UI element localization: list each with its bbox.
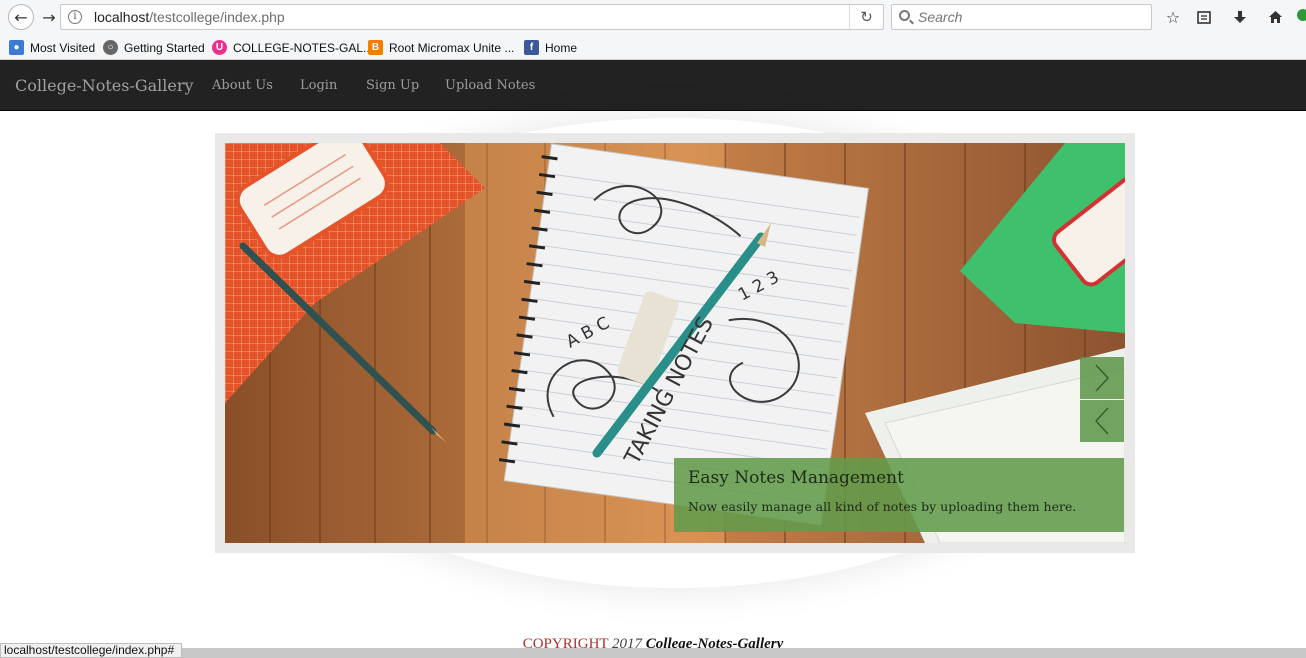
forward-arrow-icon[interactable]: → bbox=[36, 4, 62, 30]
slider-prev-button[interactable] bbox=[1080, 400, 1124, 442]
browser-search-box[interactable] bbox=[891, 4, 1152, 30]
reload-icon[interactable]: ↻ bbox=[849, 5, 883, 29]
bookmark-root-micromax[interactable]: B Root Micromax Unite ... bbox=[368, 39, 514, 56]
status-bar-url: localhost/testcollege/index.php# bbox=[0, 643, 182, 658]
bookmark-label: Home bbox=[545, 40, 578, 55]
nav-sign-up[interactable]: Sign Up bbox=[366, 78, 419, 93]
url-text[interactable]: localhost/testcollege/index.php bbox=[94, 9, 285, 25]
bookmarks-bar: ● Most Visited ○ Getting Started U COLLEGE-… bbox=[0, 35, 1306, 60]
caption-text: Now easily manage all kind of notes by u… bbox=[688, 499, 1077, 514]
address-bar[interactable]: i localhost/testcollege/index.php ↻ bbox=[60, 4, 884, 30]
caption-title: Easy Notes Management bbox=[688, 468, 904, 488]
bookmark-label: Root Micromax Unite ... bbox=[389, 40, 515, 55]
chevron-left-icon bbox=[1094, 407, 1109, 435]
reading-list-icon[interactable] bbox=[1193, 6, 1215, 28]
blogger-icon: B bbox=[368, 40, 383, 55]
search-input[interactable] bbox=[918, 8, 1138, 26]
home-icon[interactable] bbox=[1264, 6, 1286, 28]
bookmark-most-visited[interactable]: ● Most Visited bbox=[9, 39, 95, 56]
app-icon: U bbox=[212, 40, 227, 55]
bookmark-label: Most Visited bbox=[30, 40, 96, 55]
slide-caption: Easy Notes Management Now easily manage … bbox=[674, 458, 1124, 532]
bookmark-label: COLLEGE-NOTES-GAL... bbox=[233, 40, 374, 55]
back-arrow-icon[interactable]: ← bbox=[8, 4, 34, 30]
download-icon[interactable] bbox=[1229, 6, 1251, 28]
brand-link[interactable]: College-Notes-Gallery bbox=[15, 76, 194, 95]
bookmark-getting-started[interactable]: ○ Getting Started bbox=[103, 39, 205, 56]
search-icon bbox=[899, 10, 910, 21]
nav-about-us[interactable]: About Us bbox=[212, 78, 273, 93]
browser-toolbar: ← → i localhost/testcollege/index.php ↻ … bbox=[0, 0, 1306, 35]
extension-icon[interactable] bbox=[1297, 9, 1306, 21]
facebook-icon: f bbox=[524, 40, 539, 55]
nav-upload-notes[interactable]: Upload Notes bbox=[445, 78, 535, 93]
globe-icon: ○ bbox=[103, 40, 118, 55]
nav-login[interactable]: Login bbox=[300, 78, 337, 93]
bookmark-home[interactable]: f Home bbox=[524, 39, 577, 56]
chevron-right-icon bbox=[1095, 364, 1110, 392]
horizontal-scrollbar[interactable] bbox=[182, 648, 1306, 658]
bookmark-label: Getting Started bbox=[124, 40, 205, 55]
bookmark-star-icon[interactable]: ☆ bbox=[1162, 6, 1184, 28]
bookmark-college-notes[interactable]: U COLLEGE-NOTES-GAL... bbox=[212, 39, 373, 56]
slider-next-button[interactable] bbox=[1080, 357, 1124, 399]
site-navbar: College-Notes-Gallery About Us Login Sig… bbox=[0, 60, 1306, 111]
info-icon[interactable]: i bbox=[68, 10, 82, 24]
most-visited-icon: ● bbox=[9, 40, 24, 55]
